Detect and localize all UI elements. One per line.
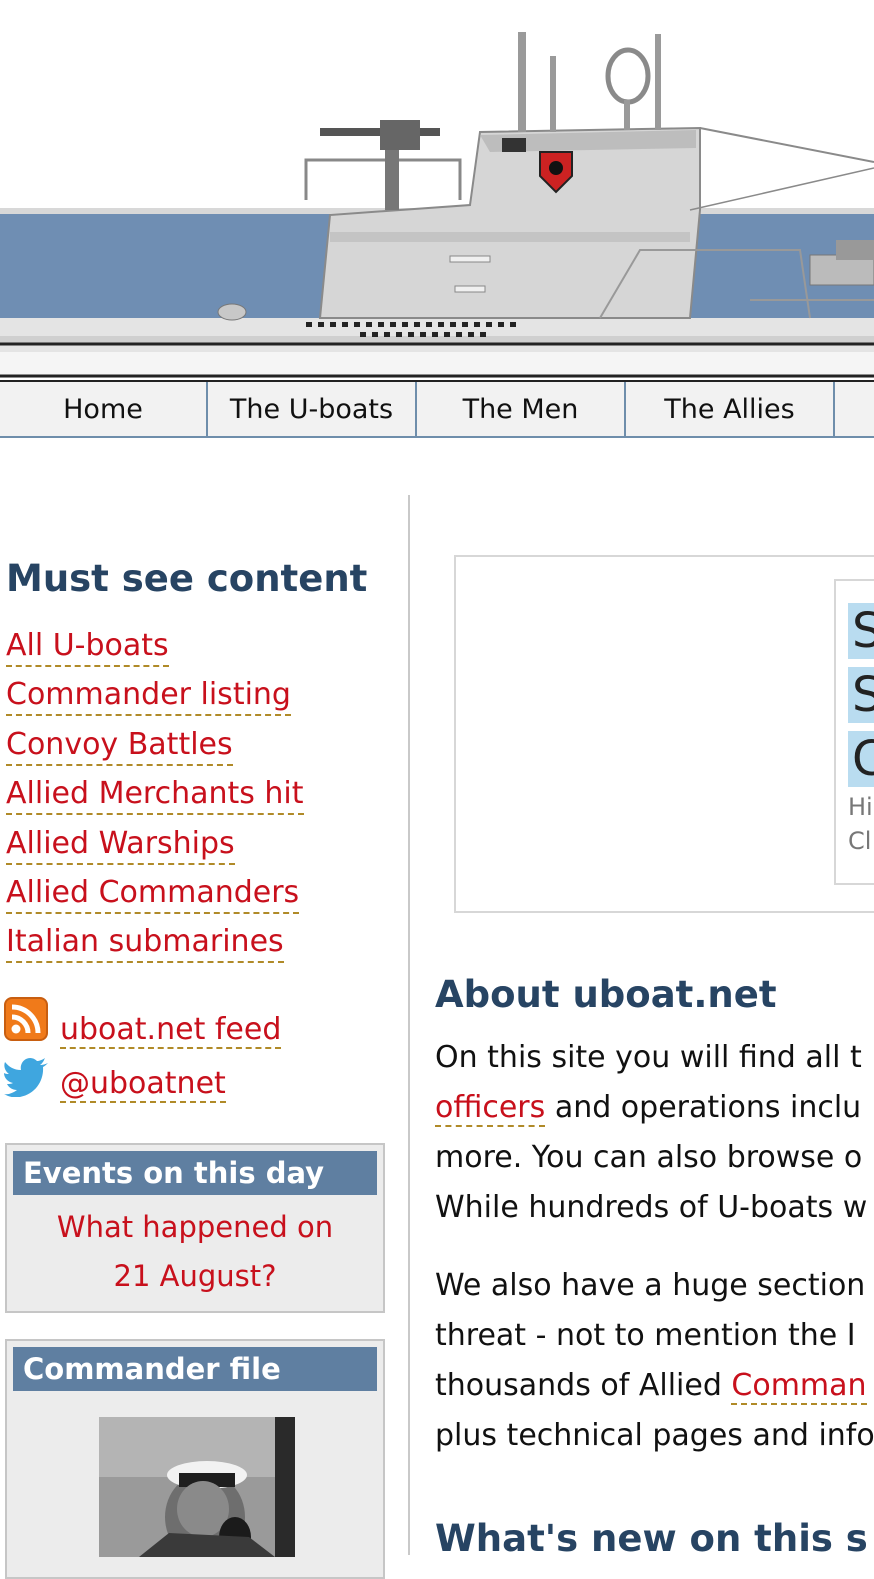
about-p2-line3-pre: thousands of Allied bbox=[435, 1368, 732, 1403]
featured-title-line3: C bbox=[848, 731, 874, 787]
about-p2-line2: threat - not to mention the I bbox=[435, 1318, 856, 1353]
nav-the-men[interactable]: The Men bbox=[417, 382, 626, 436]
main-navigation: Home The U-boats The Men The Allies bbox=[0, 380, 874, 438]
featured-title-line1: S bbox=[848, 603, 874, 659]
events-link-line2: 21 August? bbox=[113, 1259, 277, 1293]
column-divider bbox=[408, 495, 410, 1555]
twitter-bird-icon[interactable] bbox=[4, 1057, 50, 1098]
twitter-link[interactable]: @uboatnet bbox=[60, 1067, 226, 1103]
featured-box: S S C Hi Cl bbox=[454, 555, 874, 913]
link-allied-commanders[interactable]: Allied Commanders bbox=[6, 876, 300, 914]
commanders-link[interactable]: Comman bbox=[731, 1368, 867, 1405]
link-commander-listing[interactable]: Commander listing bbox=[6, 678, 291, 716]
featured-caption-line1: Hi bbox=[848, 793, 873, 821]
link-allied-warships[interactable]: Allied Warships bbox=[6, 827, 235, 865]
about-p1-line3: more. You can also browse o bbox=[435, 1140, 863, 1175]
about-p1-line1: On this site you will find all t bbox=[435, 1040, 862, 1075]
about-p1-line2-rest: and operations inclu bbox=[545, 1090, 862, 1125]
officers-link[interactable]: officers bbox=[435, 1090, 546, 1127]
header-banner bbox=[0, 0, 874, 380]
nav-home[interactable]: Home bbox=[0, 382, 208, 436]
link-convoy-battles[interactable]: Convoy Battles bbox=[6, 728, 233, 766]
whats-new-heading: What's new on this s bbox=[435, 1517, 868, 1560]
uboat-illustration bbox=[0, 32, 874, 378]
about-paragraph-1: On this site you will find all t officer… bbox=[435, 1033, 874, 1233]
featured-caption-line2: Cl bbox=[848, 827, 872, 855]
nav-the-uboats[interactable]: The U-boats bbox=[208, 382, 417, 436]
events-link-line1: What happened on bbox=[56, 1210, 334, 1244]
events-box: Events on this day What happened on 21 A… bbox=[5, 1143, 385, 1313]
about-p2-line4: plus technical pages and info bbox=[435, 1418, 874, 1453]
events-link[interactable]: What happened on 21 August? bbox=[7, 1203, 383, 1301]
must-see-heading: Must see content bbox=[6, 557, 368, 600]
about-p2-line1: We also have a huge section bbox=[435, 1268, 866, 1303]
link-allied-merchants-hit[interactable]: Allied Merchants hit bbox=[6, 777, 304, 815]
about-p2-line3: thousands of Allied Comman bbox=[435, 1361, 874, 1411]
feed-link[interactable]: uboat.net feed bbox=[60, 1013, 282, 1049]
link-italian-submarines[interactable]: Italian submarines bbox=[6, 925, 284, 963]
featured-article[interactable]: S S C Hi Cl bbox=[834, 579, 874, 885]
about-p1-line4: While hundreds of U-boats w bbox=[435, 1190, 868, 1225]
commander-box-title: Commander file bbox=[13, 1347, 377, 1391]
twitter-row: @uboatnet bbox=[4, 1057, 384, 1103]
about-heading: About uboat.net bbox=[435, 973, 777, 1016]
commander-photo[interactable] bbox=[99, 1417, 295, 1557]
events-box-title: Events on this day bbox=[13, 1151, 377, 1195]
rss-icon[interactable] bbox=[4, 997, 48, 1041]
about-p1-line2: officers and operations inclu bbox=[435, 1083, 874, 1133]
commander-box: Commander file bbox=[5, 1339, 385, 1579]
nav-the-allies[interactable]: The Allies bbox=[626, 382, 835, 436]
about-paragraph-2: We also have a huge section threat - not… bbox=[435, 1261, 874, 1461]
feed-row: uboat.net feed bbox=[4, 997, 384, 1049]
featured-title-line2: S bbox=[848, 667, 874, 723]
link-all-uboats[interactable]: All U-boats bbox=[6, 629, 169, 667]
